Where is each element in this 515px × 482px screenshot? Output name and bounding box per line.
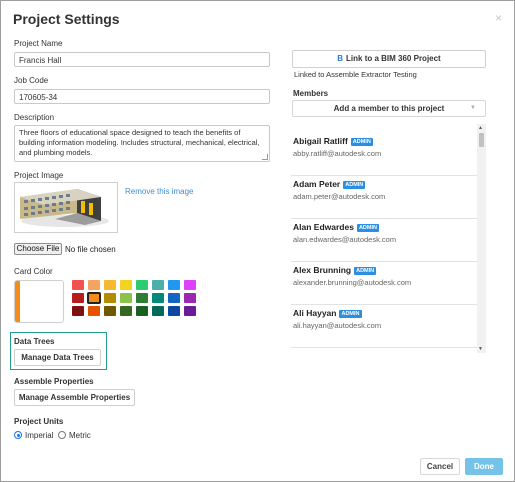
admin-badge: ADMIN [343, 181, 366, 189]
choose-file-button[interactable]: Choose File [14, 243, 62, 255]
done-button[interactable]: Done [465, 458, 503, 475]
color-swatch[interactable] [152, 293, 164, 303]
color-swatch[interactable] [152, 280, 164, 290]
member-email: abby.ratliff@autodesk.com [293, 149, 382, 158]
project-settings-dialog: Project Settings × Project Name Francis … [0, 0, 515, 482]
admin-badge: ADMIN [356, 224, 379, 232]
member-row[interactable]: Alan Edwardes ADMIN alan.edwardes@autodes… [291, 222, 477, 262]
member-name: Ali Hayyan [293, 308, 337, 318]
admin-badge: ADMIN [339, 310, 362, 318]
color-swatch[interactable] [104, 306, 116, 316]
remove-image-link[interactable]: Remove this image [125, 187, 193, 196]
job-code-input[interactable]: 170605-34 [14, 89, 270, 104]
close-icon[interactable]: × [495, 11, 502, 25]
color-swatch[interactable] [120, 280, 132, 290]
member-email: ali.hayyan@autodesk.com [293, 321, 382, 330]
assemble-properties-label: Assemble Properties [14, 377, 94, 386]
color-swatch[interactable] [104, 293, 116, 303]
color-swatch[interactable] [168, 280, 180, 290]
color-swatch[interactable] [184, 280, 196, 290]
member-name: Alex Brunning [293, 265, 352, 275]
color-swatch[interactable] [136, 293, 148, 303]
color-swatch[interactable] [168, 293, 180, 303]
member-name: Adam Peter [293, 179, 341, 189]
no-file-text: No file chosen [65, 245, 116, 254]
imperial-radio[interactable] [14, 431, 22, 439]
divider [291, 175, 477, 176]
linked-project-text: Linked to Assemble Extractor Testing [294, 70, 417, 79]
color-swatch[interactable] [88, 280, 100, 290]
color-swatch[interactable] [72, 293, 84, 303]
members-label: Members [293, 89, 329, 98]
description-label: Description [14, 113, 55, 122]
project-units-label: Project Units [14, 417, 64, 426]
metric-radio[interactable] [58, 431, 66, 439]
member-name: Alan Edwardes [293, 222, 354, 232]
add-member-dropdown[interactable]: Add a member to this project ▼ [292, 100, 486, 117]
resize-handle[interactable] [262, 154, 268, 160]
imperial-label: Imperial [25, 431, 54, 440]
divider [291, 304, 477, 305]
divider [291, 218, 477, 219]
manage-data-trees-button[interactable]: Manage Data Trees [14, 349, 101, 366]
color-swatch[interactable] [168, 306, 180, 316]
project-name-label: Project Name [14, 39, 63, 48]
link-bim360-label: Link to a BIM 360 Project [346, 54, 441, 63]
members-scrollbar[interactable]: ▲ ▼ [477, 124, 486, 353]
card-color-label: Card Color [14, 267, 53, 276]
color-swatch[interactable] [152, 306, 164, 316]
color-swatch[interactable] [184, 293, 196, 303]
color-swatch[interactable] [184, 306, 196, 316]
members-list[interactable]: Abigail Ratliff ADMIN abby.ratliff@autode… [291, 124, 487, 353]
member-row[interactable]: Abigail Ratliff ADMIN abby.ratliff@autode… [291, 136, 477, 176]
bim360-icon: B [337, 54, 344, 63]
project-image-preview [14, 182, 118, 233]
description-text: Three floors of educational space design… [19, 128, 260, 157]
data-trees-label: Data Trees [14, 337, 55, 346]
color-swatch[interactable] [120, 293, 132, 303]
card-color-bar [15, 281, 20, 322]
manage-assemble-properties-button[interactable]: Manage Assemble Properties [14, 389, 135, 406]
dialog-title: Project Settings [13, 11, 120, 27]
card-color-preview [14, 280, 64, 323]
member-name: Abigail Ratliff [293, 136, 348, 146]
scrollbar-thumb[interactable] [479, 133, 484, 147]
divider [291, 347, 477, 348]
scroll-down-icon[interactable]: ▼ [478, 346, 483, 352]
link-bim360-button[interactable]: B Link to a BIM 360 Project [292, 50, 486, 68]
member-row[interactable]: Adam Peter ADMIN adam.peter@autodesk.com [291, 179, 477, 219]
color-swatch[interactable] [88, 306, 100, 316]
member-email: alan.edwardes@autodesk.com [293, 235, 397, 244]
admin-badge: ADMIN [354, 267, 377, 275]
project-image-label: Project Image [14, 171, 64, 180]
job-code-label: Job Code [14, 76, 49, 85]
project-name-input[interactable]: Francis Hall [14, 52, 270, 67]
scroll-up-icon[interactable]: ▲ [478, 125, 483, 131]
color-swatch[interactable] [136, 306, 148, 316]
color-swatch[interactable] [72, 306, 84, 316]
admin-badge: ADMIN [350, 138, 373, 146]
add-member-label: Add a member to this project [333, 104, 445, 113]
chevron-down-icon: ▼ [470, 105, 476, 111]
cancel-button[interactable]: Cancel [420, 458, 460, 475]
member-row[interactable]: Alex Brunning ADMIN alexander.brunning@au… [291, 265, 477, 305]
building-image [15, 183, 117, 232]
color-swatch[interactable] [136, 280, 148, 290]
metric-label: Metric [69, 431, 91, 440]
member-email: adam.peter@autodesk.com [293, 192, 386, 201]
divider [291, 261, 477, 262]
color-swatch[interactable] [72, 280, 84, 290]
description-textarea[interactable]: Three floors of educational space design… [14, 125, 270, 162]
member-row[interactable]: Ali Hayyan ADMIN ali.hayyan@autodesk.com [291, 308, 477, 348]
color-swatch[interactable] [87, 292, 101, 304]
color-swatch[interactable] [120, 306, 132, 316]
color-swatch[interactable] [104, 280, 116, 290]
member-email: alexander.brunning@autodesk.com [293, 278, 412, 287]
